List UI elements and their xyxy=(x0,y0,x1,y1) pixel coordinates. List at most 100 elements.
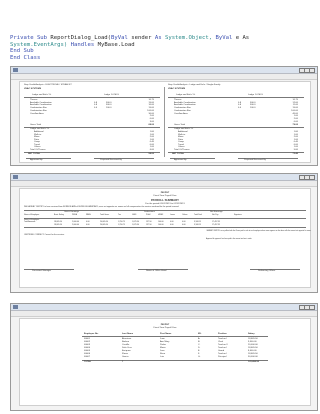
report-page: Step Credit Analysis - ELECTRICAL / STEA… xyxy=(19,81,311,163)
header-rule xyxy=(82,336,268,337)
net-label: NET TOTAL xyxy=(28,153,41,155)
right-note: Approved for payment: has been paid in t… xyxy=(206,239,252,240)
row-amount: 0.00 xyxy=(293,120,298,123)
toolbar xyxy=(11,181,317,187)
column-header: HDMF xyxy=(158,214,164,216)
column-header: Net Pay xyxy=(212,214,219,216)
total-salary: 123,496.50 xyxy=(248,360,259,363)
close-button[interactable] xyxy=(309,305,315,310)
toolbar xyxy=(11,74,317,80)
code-line: End Class xyxy=(10,55,249,62)
net-value: 58.00 xyxy=(148,153,154,155)
table-cell: Luis xyxy=(160,355,165,358)
code-token: System.EventArgs) xyxy=(10,41,71,48)
column-header: RATA xyxy=(86,214,91,216)
total-rule xyxy=(82,359,268,361)
group-header: Net Earnings xyxy=(210,210,223,213)
report-window-1: Step Credit Analysis - ELECTRICAL / STEA… xyxy=(10,66,318,166)
signature-label: Disbursing Officer xyxy=(258,269,276,272)
code-token: Handles xyxy=(70,41,98,48)
column-header: Signature xyxy=(234,214,242,216)
report-window-3: PAYPHT Fiscal Year Payroll Year Employee… xyxy=(10,303,318,411)
code-token: System.Object, xyxy=(164,35,216,41)
app-icon xyxy=(13,68,18,72)
title-bar xyxy=(11,67,317,74)
row-value: 0.4 xyxy=(238,107,242,110)
row-label: Overflow Area xyxy=(30,112,44,115)
column-header: Total Gross xyxy=(100,214,110,216)
column-header: Others xyxy=(182,214,188,216)
right-header: Step Credit Analysis - Lodge and Ext'n /… xyxy=(168,84,221,86)
code-token: End Class xyxy=(10,54,41,61)
code-token: As xyxy=(154,35,165,41)
table-bottom xyxy=(24,227,306,228)
app-icon xyxy=(13,175,18,179)
group-header: Deductions xyxy=(144,210,155,213)
right-title: HVAC SYSTEMS xyxy=(168,88,186,90)
app-icon xyxy=(13,305,18,309)
certified-label: CERTIFIED CORRECT: Correct for the servi… xyxy=(24,234,65,236)
column-header: Tax xyxy=(118,214,121,216)
report-title-2: Fiscal Year Payroll Year xyxy=(153,327,177,329)
code-line: System.EventArgs) Handles MyBase.Load xyxy=(10,42,249,49)
row-label: Overflow Area xyxy=(174,112,188,115)
total-count: 7 xyxy=(122,360,124,363)
code-token: ByVal xyxy=(215,35,236,41)
column-header: GSIS xyxy=(132,214,137,216)
header-rule xyxy=(24,217,306,219)
payroll-summary-page: PAYPHT Fiscal Year Payroll Year PAYROLL … xyxy=(19,188,311,288)
signature-label: Approved By xyxy=(30,158,43,161)
column-header: Loans xyxy=(170,214,175,216)
left-header: Step Credit Analysis - ELECTRICAL / STEA… xyxy=(24,84,72,86)
signature-label: Prepared Received By xyxy=(244,158,266,161)
column-header: Total Ded. xyxy=(194,214,203,216)
table-cell: Total Amounts xyxy=(24,221,36,224)
column-header: Basic Salary xyxy=(54,214,64,216)
code-token: End Sub xyxy=(10,48,34,55)
net-value: 73.40 xyxy=(292,153,298,155)
signature-label: Approved By xyxy=(174,158,187,161)
divider xyxy=(24,97,160,98)
left-title: HVAC SYSTEMS xyxy=(24,88,42,90)
title-bar xyxy=(11,304,317,311)
signature-label: Name of Office Head xyxy=(146,269,167,272)
toolbar xyxy=(11,311,317,317)
code-token: ByVal xyxy=(111,35,132,41)
total-label: TOTAL xyxy=(84,360,92,363)
code-line: End Sub xyxy=(10,48,249,55)
certification-note: WE HEREBY CERTIFY to have received from … xyxy=(24,206,179,208)
table-cell: Garcia xyxy=(122,355,129,358)
table-cell: G. xyxy=(198,355,201,358)
table-cell: 00007 xyxy=(84,355,91,358)
close-button[interactable] xyxy=(309,175,315,180)
row-value: 100.0 xyxy=(106,107,112,110)
report-title-4: For the period 01/01/2013 to 01/31/2013 xyxy=(145,202,185,205)
title-bar xyxy=(11,174,317,181)
signature-label: Personnel Manager xyxy=(32,269,52,272)
row-value: 100.0 xyxy=(250,107,256,110)
group-header: Gross Earnings xyxy=(64,210,80,213)
close-button[interactable] xyxy=(309,68,315,73)
table-cell: Principal xyxy=(218,355,227,358)
column-divider xyxy=(164,87,165,157)
code-token: ReportDialog_Load( xyxy=(50,35,112,41)
report-window-2: PAYPHT Fiscal Year Payroll Year PAYROLL … xyxy=(10,173,318,293)
column-header: PERA xyxy=(72,214,77,216)
table-cell: 30,000.00 xyxy=(248,355,258,358)
row-amount: 3.00 xyxy=(149,120,154,123)
column-header: PhilH xyxy=(146,214,151,216)
signature-label: Prepared Received By xyxy=(100,158,122,161)
code-snippet: Private Sub ReportDialog_Load(ByVal send… xyxy=(10,35,249,61)
code-token: Private Sub xyxy=(10,35,51,41)
code-token: sender xyxy=(131,35,155,41)
code-token: e As xyxy=(235,35,250,41)
code-line: Private Sub ReportDialog_Load(ByVal send… xyxy=(10,35,249,42)
right-note: I HEREBY CERTIFY: on my official oath th… xyxy=(206,231,312,232)
report-title-3: PAYROLL SUMMARY xyxy=(151,198,179,202)
code-token: MyBase.Load xyxy=(97,41,135,48)
divider xyxy=(168,97,304,98)
employee-list-page: PAYPHT Fiscal Year Payroll Year Employee… xyxy=(19,318,311,406)
row-value: 0.4 xyxy=(94,107,98,110)
net-label: NET TOTAL xyxy=(172,153,185,155)
column-header: Name of Employee xyxy=(24,214,40,216)
